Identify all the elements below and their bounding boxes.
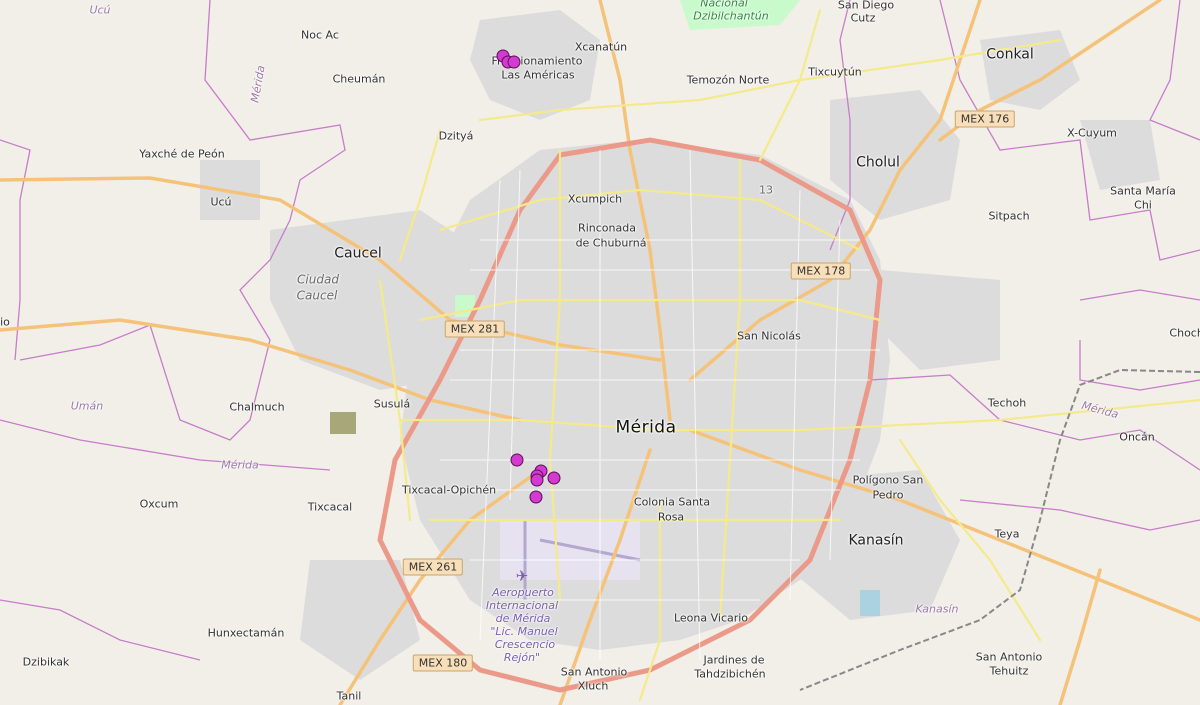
label-cholul: Cholul [856, 154, 900, 171]
label-airport-6: Rejón" [503, 651, 541, 664]
label-airport-2: Internacional [485, 599, 559, 612]
shield-mex180: MEX 180 [412, 654, 474, 672]
label-san-antonio-xluch-2: Xluch [577, 679, 609, 693]
label-oncan: Oncán [1119, 430, 1155, 444]
label-santa-maria-1: Santa María [1110, 184, 1176, 198]
label-susula: Susulá [373, 397, 411, 411]
label-ring-road-13: 13 [759, 183, 773, 197]
map-marker[interactable] [529, 490, 543, 504]
label-santa-maria-2: Chi [1134, 198, 1152, 212]
label-leona-vicario: Leona Vicario [673, 611, 749, 625]
map-canvas[interactable]: Mérida Caucel Kanasín Cholul Conkal Noc … [0, 0, 1200, 705]
label-hunxectaman: Hunxectamán [207, 626, 285, 640]
label-yaxche: Yaxché de Peón [139, 147, 225, 161]
label-chocho: Chocho [1169, 326, 1200, 340]
label-cheuman: Cheumán [332, 72, 386, 86]
label-fraccionamiento-2: Las Américas [501, 68, 575, 82]
shield-mex176: MEX 176 [954, 110, 1016, 128]
label-admin-uman: Umán [70, 399, 104, 413]
label-colonia-santa-rosa-1: Colonia Santa [633, 495, 711, 509]
label-san-diego-1: San Diego [837, 0, 895, 12]
airplane-icon: ✈ [515, 567, 529, 585]
label-dzitya: Dzityá [438, 129, 474, 143]
label-caucel: Caucel [334, 245, 382, 262]
label-park-2: Dzibilchantún [693, 9, 769, 23]
label-san-antonio-tehuitz-1: San Antonio [975, 650, 1043, 664]
shield-mex178: MEX 178 [790, 262, 852, 280]
label-airport-5: Crescencio [494, 638, 556, 651]
map-marker[interactable] [507, 55, 521, 69]
label-noc-ac: Noc Ac [301, 28, 339, 42]
label-tanil: Tanil [336, 689, 362, 703]
map-marker[interactable] [530, 473, 544, 487]
label-admin-ucu: Ucú [89, 3, 111, 17]
label-rinconada-2: de Chuburná [575, 236, 647, 250]
label-xcumpich: Xcumpich [567, 192, 623, 206]
label-dzibikak: Dzibikak [22, 655, 70, 669]
label-admin-kanasin: Kanasín [915, 602, 959, 616]
urban-areas [200, 10, 1160, 680]
label-oxcum: Oxcum [139, 497, 179, 511]
label-teya: Teya [994, 527, 1020, 541]
label-sitpach: Sitpach [988, 209, 1030, 223]
shield-mex281: MEX 281 [444, 320, 506, 338]
map-marker[interactable] [547, 471, 561, 485]
label-jardines-2: Tahdzibichén [694, 667, 766, 681]
label-techoh: Techoh [987, 396, 1027, 410]
label-admin-merida-2: Mérida [221, 458, 259, 472]
label-jardines-1: Jardines de [703, 653, 765, 667]
label-chalmuch: Chalmuch [229, 400, 285, 414]
label-tixcuytun: Tixcuytún [808, 65, 862, 79]
label-merida: Mérida [615, 417, 677, 438]
label-san-antonio-tehuitz-2: Tehuitz [989, 664, 1029, 678]
label-xcanatun: Xcanatún [574, 40, 628, 54]
label-tixcacal-opichen: Tixcacal-Opichén [401, 483, 497, 497]
label-colonia-santa-rosa-2: Rosa [657, 510, 685, 524]
label-airport-3: de Mérida [495, 612, 551, 625]
label-san-diego-2: Cutz [850, 11, 876, 25]
label-airport-4: "Lic. Manuel [490, 625, 558, 638]
label-san-antonio-xluch-1: San Antonio [560, 665, 628, 679]
label-x-cuyum: X-Cuyum [1067, 126, 1117, 140]
shield-mex261: MEX 261 [402, 558, 464, 576]
label-tixcacal: Tixcacal [307, 500, 353, 514]
label-ciudad-caucel-2: Caucel [296, 288, 338, 303]
label-poligono-2: Pedro [872, 488, 904, 502]
map-base-layer [0, 0, 1200, 705]
label-kanasin: Kanasín [848, 532, 904, 549]
label-ucu: Ucú [210, 195, 232, 209]
map-marker[interactable] [510, 453, 524, 467]
label-san-nicolas: San Nicolás [737, 329, 801, 343]
label-airport-1: Aeropuerto [492, 586, 554, 599]
label-rinconada-1: Rinconada [578, 221, 636, 235]
label-park-1: Nacional [700, 0, 748, 10]
label-left-edge: io [0, 315, 10, 329]
label-poligono-1: Polígono San [852, 473, 924, 487]
label-ciudad-caucel-1: Ciudad [297, 272, 339, 287]
label-conkal: Conkal [986, 46, 1034, 63]
label-temozon: Temozón Norte [686, 73, 770, 87]
